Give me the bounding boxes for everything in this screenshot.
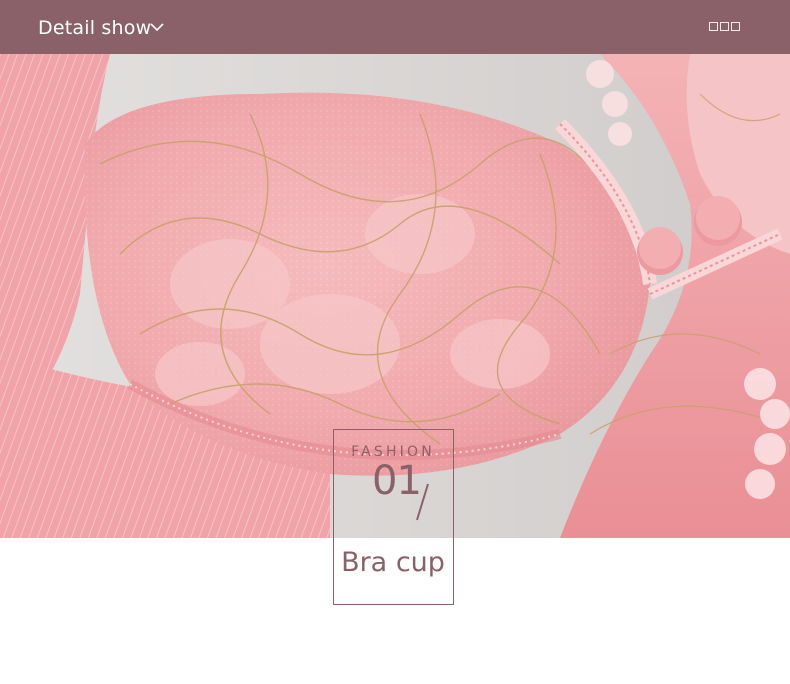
header-title: Detail show [38, 17, 152, 39]
slash-mark-icon [416, 483, 429, 521]
label-caption: Bra cup [341, 547, 445, 578]
three-square-glyphs-icon [709, 22, 740, 31]
chevron-down-icon[interactable] [150, 21, 164, 33]
feature-label-box: FASHION 01 Bra cup [333, 429, 454, 605]
header-bar: Detail show [0, 0, 790, 54]
